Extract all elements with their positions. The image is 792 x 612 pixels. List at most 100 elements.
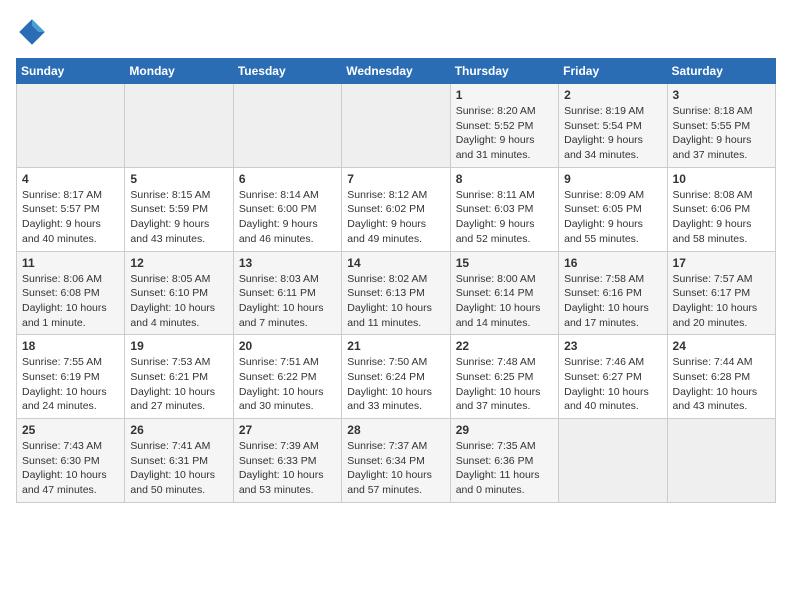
- day-info: Sunrise: 8:15 AMSunset: 5:59 PMDaylight:…: [130, 188, 227, 247]
- calendar-cell: 24 Sunrise: 7:44 AMSunset: 6:28 PMDayligh…: [667, 335, 775, 419]
- day-number: 10: [673, 172, 770, 186]
- day-info: Sunrise: 8:03 AMSunset: 6:11 PMDaylight:…: [239, 272, 336, 331]
- day-number: 4: [22, 172, 119, 186]
- day-number: 21: [347, 339, 444, 353]
- calendar-week-1: 1 Sunrise: 8:20 AMSunset: 5:52 PMDaylight…: [17, 84, 776, 168]
- logo-icon: [16, 16, 48, 48]
- calendar-cell: 13Sunrise: 8:03 AMSunset: 6:11 PMDayligh…: [233, 251, 341, 335]
- calendar-cell: 18 Sunrise: 7:55 AMSunset: 6:19 PMDayligh…: [17, 335, 125, 419]
- day-info: Sunrise: 7:43 AMSunset: 6:30 PMDaylight:…: [22, 439, 119, 498]
- day-number: 14: [347, 256, 444, 270]
- calendar-cell: [233, 84, 341, 168]
- day-info: Sunrise: 7:44 AMSunset: 6:28 PMDaylight:…: [673, 355, 770, 414]
- calendar-cell: 9 Sunrise: 8:09 AMSunset: 6:05 PMDaylight…: [559, 167, 667, 251]
- day-info: Sunrise: 8:05 AMSunset: 6:10 PMDaylight:…: [130, 272, 227, 331]
- calendar-cell: 23 Sunrise: 7:46 AMSunset: 6:27 PMDayligh…: [559, 335, 667, 419]
- calendar-cell: 6Sunrise: 8:14 AMSunset: 6:00 PMDaylight…: [233, 167, 341, 251]
- weekday-header-monday: Monday: [125, 59, 233, 84]
- day-info: Sunrise: 8:08 AMSunset: 6:06 PMDaylight:…: [673, 188, 770, 247]
- day-number: 15: [456, 256, 553, 270]
- day-number: 9: [564, 172, 661, 186]
- day-number: 20: [239, 339, 336, 353]
- calendar-cell: 15 Sunrise: 8:00 AMSunset: 6:14 PMDayligh…: [450, 251, 558, 335]
- calendar-cell: 22 Sunrise: 7:48 AMSunset: 6:25 PMDayligh…: [450, 335, 558, 419]
- calendar-week-3: 11 Sunrise: 8:06 AMSunset: 6:08 PMDayligh…: [17, 251, 776, 335]
- day-number: 26: [130, 423, 227, 437]
- day-info: Sunrise: 8:12 AMSunset: 6:02 PMDaylight:…: [347, 188, 444, 247]
- day-number: 17: [673, 256, 770, 270]
- calendar-header: SundayMondayTuesdayWednesdayThursdayFrid…: [17, 59, 776, 84]
- day-number: 24: [673, 339, 770, 353]
- day-info: Sunrise: 7:46 AMSunset: 6:27 PMDaylight:…: [564, 355, 661, 414]
- day-number: 11: [22, 256, 119, 270]
- calendar-cell: 16Sunrise: 7:58 AMSunset: 6:16 PMDayligh…: [559, 251, 667, 335]
- calendar-cell: 3 Sunrise: 8:18 AMSunset: 5:55 PMDaylight…: [667, 84, 775, 168]
- day-info: Sunrise: 8:18 AMSunset: 5:55 PMDaylight:…: [673, 104, 770, 163]
- calendar-cell: [17, 84, 125, 168]
- calendar-cell: 17 Sunrise: 7:57 AMSunset: 6:17 PMDayligh…: [667, 251, 775, 335]
- day-info: Sunrise: 8:06 AMSunset: 6:08 PMDaylight:…: [22, 272, 119, 331]
- day-info: Sunrise: 7:53 AMSunset: 6:21 PMDaylight:…: [130, 355, 227, 414]
- calendar-cell: 10 Sunrise: 8:08 AMSunset: 6:06 PMDayligh…: [667, 167, 775, 251]
- day-number: 19: [130, 339, 227, 353]
- day-info: Sunrise: 8:14 AMSunset: 6:00 PMDaylight:…: [239, 188, 336, 247]
- weekday-header-sunday: Sunday: [17, 59, 125, 84]
- calendar-cell: 2Sunrise: 8:19 AMSunset: 5:54 PMDaylight…: [559, 84, 667, 168]
- calendar-cell: [559, 419, 667, 503]
- calendar-cell: 25 Sunrise: 7:43 AMSunset: 6:30 PMDayligh…: [17, 419, 125, 503]
- day-info: Sunrise: 8:17 AMSunset: 5:57 PMDaylight:…: [22, 188, 119, 247]
- calendar-cell: 1 Sunrise: 8:20 AMSunset: 5:52 PMDaylight…: [450, 84, 558, 168]
- day-info: Sunrise: 8:11 AMSunset: 6:03 PMDaylight:…: [456, 188, 553, 247]
- day-number: 7: [347, 172, 444, 186]
- calendar-table: SundayMondayTuesdayWednesdayThursdayFrid…: [16, 58, 776, 503]
- calendar-cell: 21 Sunrise: 7:50 AMSunset: 6:24 PMDayligh…: [342, 335, 450, 419]
- weekday-header-friday: Friday: [559, 59, 667, 84]
- calendar-week-4: 18 Sunrise: 7:55 AMSunset: 6:19 PMDayligh…: [17, 335, 776, 419]
- day-number: 23: [564, 339, 661, 353]
- day-number: 3: [673, 88, 770, 102]
- calendar-week-5: 25 Sunrise: 7:43 AMSunset: 6:30 PMDayligh…: [17, 419, 776, 503]
- weekday-header-wednesday: Wednesday: [342, 59, 450, 84]
- day-info: Sunrise: 8:00 AMSunset: 6:14 PMDaylight:…: [456, 272, 553, 331]
- logo: [16, 16, 52, 48]
- calendar-cell: 29Sunrise: 7:35 AMSunset: 6:36 PMDayligh…: [450, 419, 558, 503]
- day-number: 28: [347, 423, 444, 437]
- calendar-cell: 27 Sunrise: 7:39 AMSunset: 6:33 PMDayligh…: [233, 419, 341, 503]
- day-number: 22: [456, 339, 553, 353]
- calendar-cell: [342, 84, 450, 168]
- day-number: 25: [22, 423, 119, 437]
- calendar-cell: 5 Sunrise: 8:15 AMSunset: 5:59 PMDaylight…: [125, 167, 233, 251]
- weekday-header-thursday: Thursday: [450, 59, 558, 84]
- day-number: 12: [130, 256, 227, 270]
- day-number: 18: [22, 339, 119, 353]
- weekday-header-row: SundayMondayTuesdayWednesdayThursdayFrid…: [17, 59, 776, 84]
- calendar-week-2: 4 Sunrise: 8:17 AMSunset: 5:57 PMDaylight…: [17, 167, 776, 251]
- day-info: Sunrise: 8:09 AMSunset: 6:05 PMDaylight:…: [564, 188, 661, 247]
- calendar-cell: 28 Sunrise: 7:37 AMSunset: 6:34 PMDayligh…: [342, 419, 450, 503]
- calendar-cell: 12 Sunrise: 8:05 AMSunset: 6:10 PMDayligh…: [125, 251, 233, 335]
- calendar-cell: [125, 84, 233, 168]
- calendar-cell: [667, 419, 775, 503]
- day-info: Sunrise: 7:55 AMSunset: 6:19 PMDaylight:…: [22, 355, 119, 414]
- day-info: Sunrise: 7:39 AMSunset: 6:33 PMDaylight:…: [239, 439, 336, 498]
- day-number: 5: [130, 172, 227, 186]
- calendar-cell: 26 Sunrise: 7:41 AMSunset: 6:31 PMDayligh…: [125, 419, 233, 503]
- day-info: Sunrise: 7:57 AMSunset: 6:17 PMDaylight:…: [673, 272, 770, 331]
- page-header: [16, 16, 776, 48]
- day-info: Sunrise: 8:02 AMSunset: 6:13 PMDaylight:…: [347, 272, 444, 331]
- day-number: 1: [456, 88, 553, 102]
- day-info: Sunrise: 7:51 AMSunset: 6:22 PMDaylight:…: [239, 355, 336, 414]
- day-info: Sunrise: 7:50 AMSunset: 6:24 PMDaylight:…: [347, 355, 444, 414]
- day-info: Sunrise: 7:37 AMSunset: 6:34 PMDaylight:…: [347, 439, 444, 498]
- weekday-header-tuesday: Tuesday: [233, 59, 341, 84]
- day-info: Sunrise: 7:35 AMSunset: 6:36 PMDaylight:…: [456, 439, 553, 498]
- day-info: Sunrise: 7:41 AMSunset: 6:31 PMDaylight:…: [130, 439, 227, 498]
- calendar-cell: 8 Sunrise: 8:11 AMSunset: 6:03 PMDaylight…: [450, 167, 558, 251]
- day-number: 8: [456, 172, 553, 186]
- day-info: Sunrise: 7:48 AMSunset: 6:25 PMDaylight:…: [456, 355, 553, 414]
- day-info: Sunrise: 8:20 AMSunset: 5:52 PMDaylight:…: [456, 104, 553, 163]
- calendar-cell: 19 Sunrise: 7:53 AMSunset: 6:21 PMDayligh…: [125, 335, 233, 419]
- day-number: 2: [564, 88, 661, 102]
- day-number: 27: [239, 423, 336, 437]
- day-info: Sunrise: 7:58 AMSunset: 6:16 PMDaylight:…: [564, 272, 661, 331]
